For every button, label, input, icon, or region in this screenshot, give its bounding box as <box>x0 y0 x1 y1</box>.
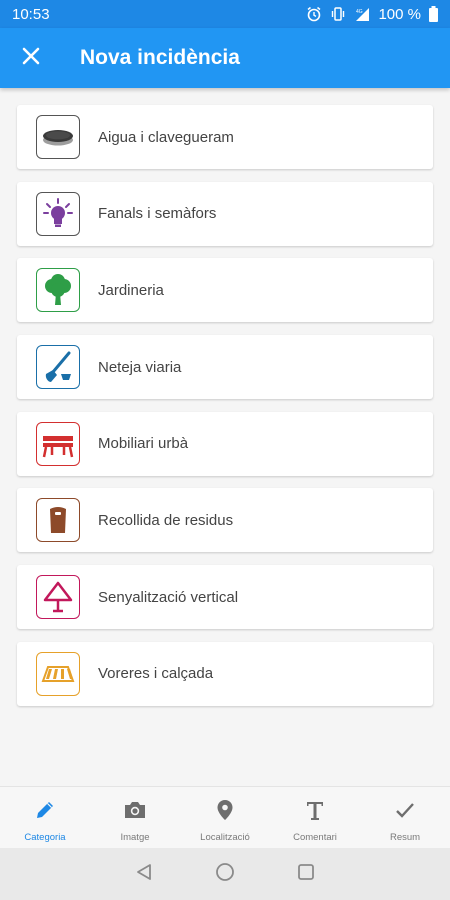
lightbulb-icon <box>36 191 80 236</box>
category-item-mobiliari[interactable]: Mobiliari urbà <box>17 411 433 476</box>
waste-bin-icon <box>36 498 80 543</box>
svg-text:4G: 4G <box>356 9 363 15</box>
camera-icon <box>123 799 147 826</box>
back-icon[interactable] <box>135 863 153 886</box>
vibrate-icon <box>330 6 346 22</box>
category-item-aigua[interactable]: Aigua i clavegueram <box>17 105 433 169</box>
broom-icon <box>36 345 80 390</box>
category-item-recollida[interactable]: Recollida de residus <box>17 488 433 553</box>
bottom-navigation: Categoria Imatge Localització Comentari … <box>0 786 450 848</box>
crosswalk-icon <box>36 651 80 696</box>
category-item-neteja[interactable]: Neteja viaria <box>17 335 433 400</box>
category-label: Aigua i clavegueram <box>98 128 234 146</box>
check-icon <box>394 799 416 826</box>
app-bar: Nova incidència <box>0 28 450 88</box>
nav-label: Imatge <box>120 832 150 843</box>
nav-label: Resum <box>389 832 421 843</box>
system-navigation-bar <box>0 848 450 900</box>
text-icon <box>305 799 325 826</box>
category-label: Voreres i calçada <box>98 665 214 683</box>
home-icon[interactable] <box>215 862 235 887</box>
nav-tab-comentari[interactable]: Comentari <box>270 787 360 848</box>
close-icon <box>22 47 40 70</box>
bench-icon <box>36 421 80 466</box>
nav-tab-localitzacio[interactable]: Localització <box>180 787 270 848</box>
category-label: Neteja viaria <box>98 358 182 376</box>
page-title: Nova incidència <box>80 46 240 69</box>
nav-tab-imatge[interactable]: Imatge <box>90 787 180 848</box>
location-pin-icon <box>215 799 235 826</box>
close-button[interactable] <box>0 28 62 88</box>
category-item-fanals[interactable]: Fanals i semàfors <box>17 181 433 246</box>
nav-tab-categoria[interactable]: Categoria <box>0 787 90 848</box>
battery-level: 100 % <box>378 5 421 23</box>
category-item-senyalitzacio[interactable]: Senyalització vertical <box>17 565 433 630</box>
nav-label: Categoria <box>24 832 66 843</box>
category-item-voreres[interactable]: Voreres i calçada <box>17 641 433 706</box>
recents-icon[interactable] <box>297 863 315 886</box>
category-item-jardineria[interactable]: Jardineria <box>17 258 433 323</box>
category-label: Fanals i semàfors <box>98 205 217 223</box>
category-label: Jardineria <box>98 281 164 299</box>
category-label: Mobiliari urbà <box>98 435 189 453</box>
category-label: Recollida de residus <box>98 511 234 529</box>
tree-icon <box>36 268 80 313</box>
status-bar: 10:53 4G 100 % <box>0 0 450 28</box>
nav-label: Comentari <box>293 832 337 843</box>
manhole-icon <box>36 115 80 159</box>
nav-label: Localització <box>200 832 250 843</box>
road-sign-icon <box>36 575 80 620</box>
status-time: 10:53 <box>12 5 50 23</box>
category-list: Aigua i clavegueram Fanals i semàfors Ja… <box>17 105 433 719</box>
alarm-icon <box>306 6 322 22</box>
pencil-icon <box>34 799 56 826</box>
nav-tab-resum[interactable]: Resum <box>360 787 450 848</box>
signal-icon: 4G <box>354 6 370 22</box>
battery-icon <box>429 6 438 22</box>
category-label: Senyalització vertical <box>98 588 239 606</box>
